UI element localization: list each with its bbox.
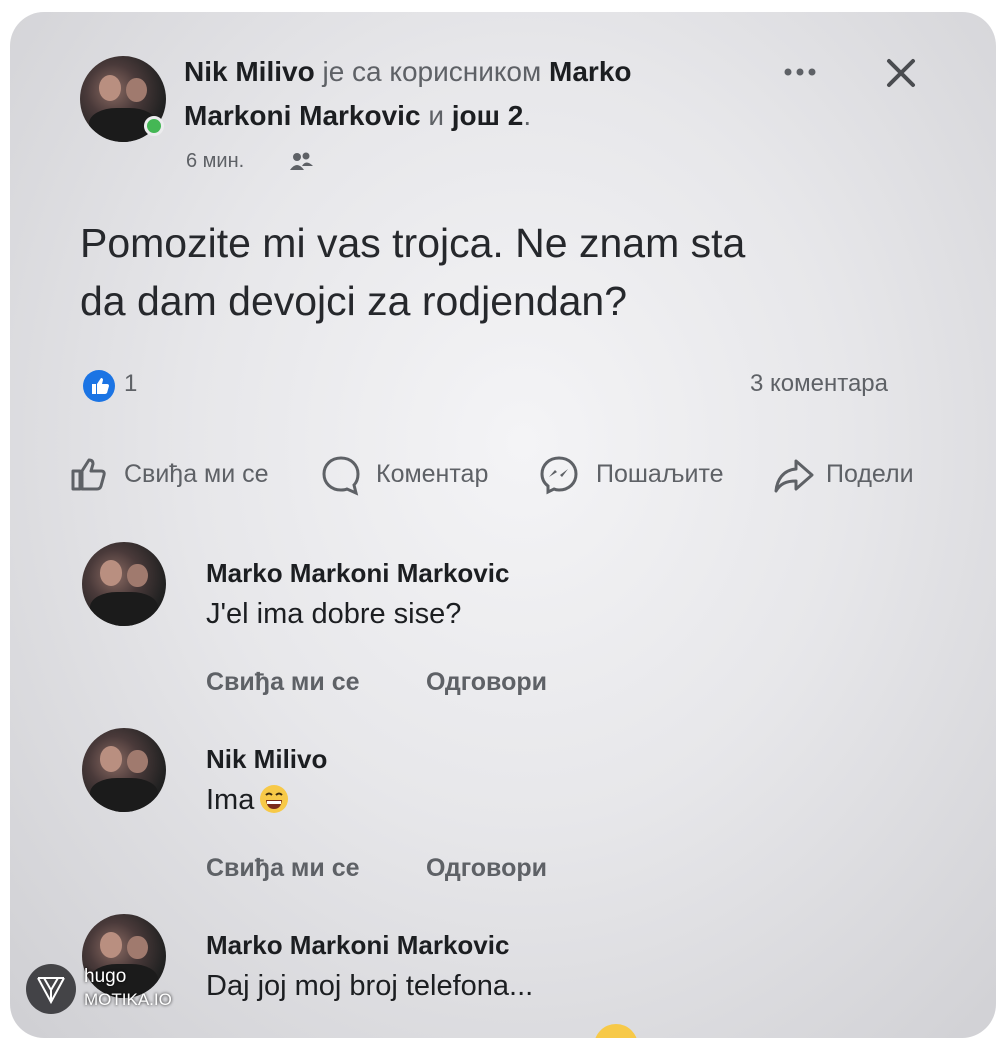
- send-button-label: Пошаљите: [596, 460, 724, 488]
- comment-reply-link[interactable]: Одговори: [426, 854, 547, 883]
- comment-like-link[interactable]: Свиђа ми се: [206, 668, 360, 697]
- watermark-line2: MOTIKA.IO: [84, 990, 172, 1009]
- tagged-user-first[interactable]: Marko: [549, 56, 631, 87]
- share-arrow-icon: [774, 459, 814, 493]
- comment-text: Daj joj moj broj telefona...: [206, 970, 534, 1002]
- comment-like-link[interactable]: Свиђа ми се: [206, 854, 360, 883]
- like-button-label: Свиђа ми се: [124, 460, 269, 488]
- messenger-icon: [540, 456, 578, 495]
- motika-logo-icon: [26, 964, 76, 1014]
- like-count[interactable]: 1: [124, 370, 137, 398]
- post-time[interactable]: 6 мин.: [186, 150, 244, 173]
- comment-author[interactable]: Nik Milivo: [206, 744, 327, 775]
- comment-text: J'el ima dobre sise?: [206, 598, 462, 630]
- with-text: је са корисником: [322, 56, 542, 87]
- post-card: Nik Milivo је са корисником Marko Markon…: [10, 12, 996, 1038]
- share-button-label: Подели: [826, 460, 914, 488]
- post-header-line1: Nik Milivo је са корисником Marko: [184, 56, 632, 88]
- thumbs-up-icon: [71, 458, 106, 491]
- more-options-icon[interactable]: [780, 64, 820, 80]
- others-link[interactable]: још 2: [452, 100, 524, 131]
- author-name[interactable]: Nik Milivo: [184, 56, 315, 87]
- close-icon[interactable]: [884, 56, 918, 90]
- comment-count[interactable]: 3 коментара: [750, 370, 888, 398]
- commenter-avatar[interactable]: [82, 728, 166, 812]
- partial-reaction-emoji: [594, 1024, 638, 1038]
- comment-author[interactable]: Marko Markoni Markovic: [206, 558, 509, 589]
- comment-button-label: Коментар: [376, 460, 489, 488]
- comment-reply-link[interactable]: Одговори: [426, 668, 547, 697]
- online-status-dot: [144, 116, 164, 136]
- post-body-line1: Pomozite mi vas trojca. Ne znam sta: [80, 220, 746, 266]
- comment-text-row: Ima: [206, 784, 289, 817]
- period: .: [523, 100, 532, 131]
- post-body-line2: da dam devojci za rodjendan?: [80, 278, 628, 324]
- watermark-line1: hugo: [84, 966, 127, 987]
- friends-audience-icon: [290, 152, 313, 170]
- post-header-line2: Markoni Markovic и још 2.: [184, 100, 531, 132]
- comment-bubble-icon: [322, 456, 360, 496]
- comment-text: Ima: [206, 784, 255, 816]
- laughing-emoji-icon: [260, 785, 289, 813]
- and-text: и: [428, 100, 444, 131]
- commenter-avatar[interactable]: [82, 542, 166, 626]
- tagged-user-rest[interactable]: Markoni Markovic: [184, 100, 421, 131]
- comment-author[interactable]: Marko Markoni Markovic: [206, 930, 509, 961]
- like-reaction-icon[interactable]: [82, 369, 116, 403]
